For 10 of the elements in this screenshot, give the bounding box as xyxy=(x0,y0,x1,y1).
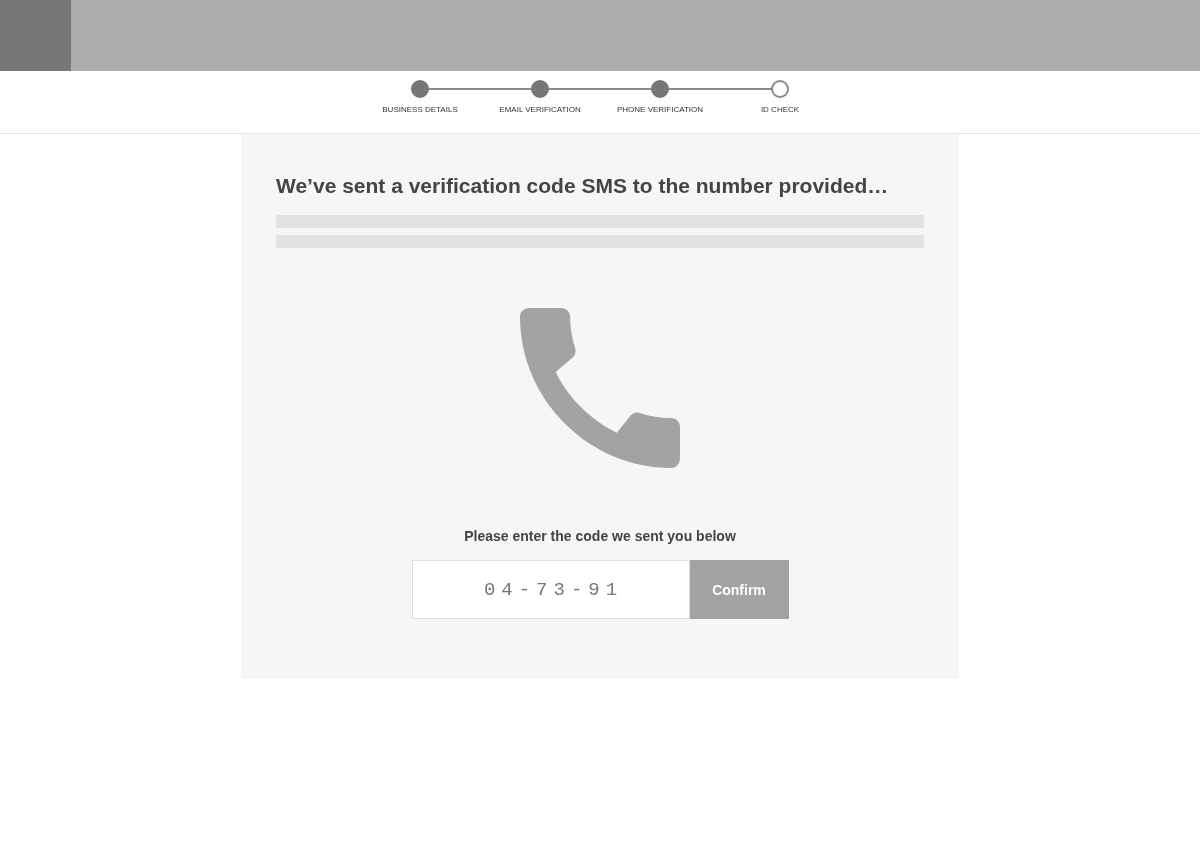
card-title: We’ve sent a verification code SMS to the number provided… xyxy=(276,174,890,198)
step-label: ID CHECK xyxy=(760,105,800,114)
step-label: BUSINESS DETAILS xyxy=(382,105,458,114)
instruction-text: Please enter the code we sent you below xyxy=(464,528,736,544)
code-input-field[interactable]: 04-73-91 xyxy=(411,560,690,619)
logo-placeholder xyxy=(0,0,71,71)
step-label: PHONE VERIFICATION xyxy=(616,105,704,114)
phone-icon xyxy=(520,308,680,468)
confirm-button[interactable]: Confirm xyxy=(689,560,789,619)
step-label: EMAIL VERIFICATION xyxy=(499,105,581,114)
